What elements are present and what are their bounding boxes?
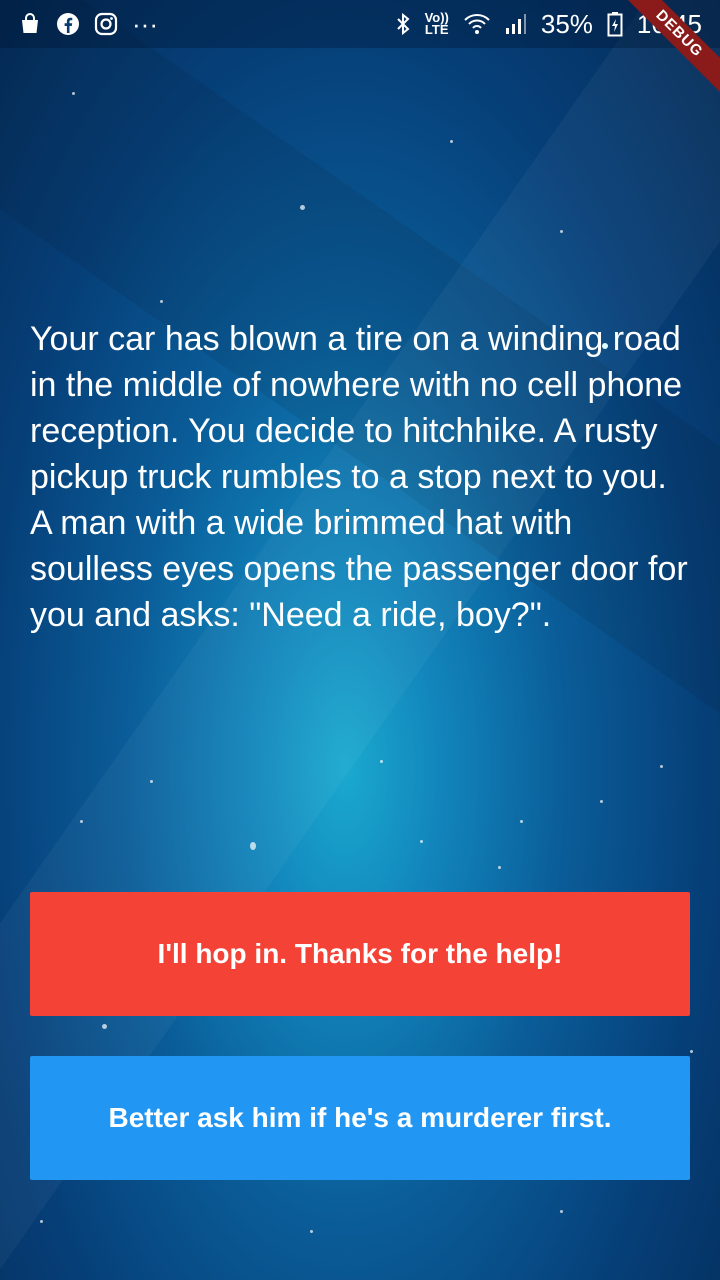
choice-button-ask-murderer[interactable]: Better ask him if he's a murderer first. [30,1056,690,1180]
facebook-icon [56,12,80,36]
volte-icon: Vo)) LTE [424,10,449,37]
bluetooth-icon [395,12,411,36]
choice-button-hop-in[interactable]: I'll hop in. Thanks for the help! [30,892,690,1016]
more-dots-icon: ··· [132,8,158,39]
battery-percent: 35% [540,8,593,39]
status-bar: ··· Vo)) LTE 35% 16:45 [0,0,720,48]
signal-icon [505,13,527,35]
shopping-bag-icon [18,12,42,36]
status-bar-left: ··· [18,9,158,40]
instagram-icon [94,12,118,36]
battery-icon [607,11,623,37]
story-text: Your car has blown a tire on a winding r… [30,320,688,634]
wifi-icon [463,13,491,35]
